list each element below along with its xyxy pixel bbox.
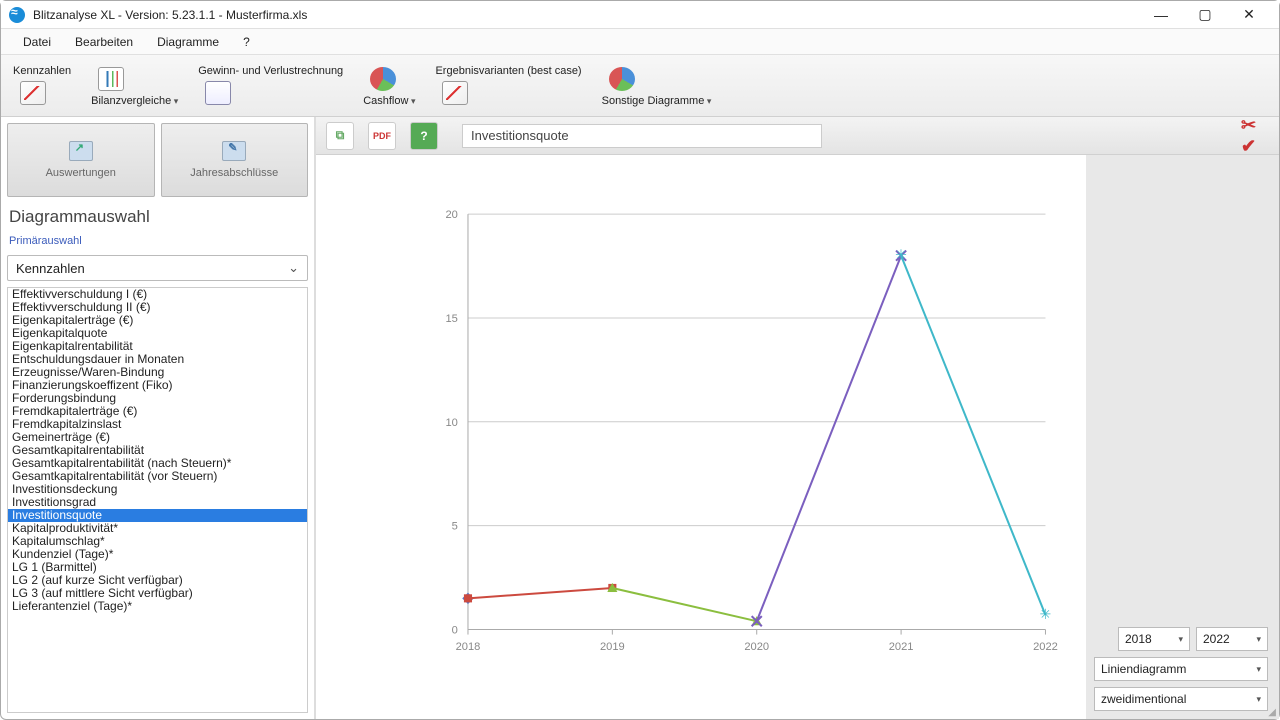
- close-button[interactable]: ✕: [1227, 1, 1271, 29]
- menu-charts[interactable]: Diagramme: [145, 31, 231, 53]
- left-pane: Auswertungen Jahresabschlüsse Diagrammau…: [1, 117, 315, 719]
- ribbon-kennzahlen-label: Kennzahlen: [13, 65, 71, 77]
- projection-value: zweidimentional: [1101, 692, 1186, 706]
- list-item[interactable]: Lieferantenziel (Tage)*: [8, 600, 307, 613]
- window-title: Blitzanalyse XL - Version: 5.23.1.1 - Mu…: [33, 8, 1139, 22]
- donut-chart-icon: [609, 67, 635, 91]
- auswertungen-button[interactable]: Auswertungen: [7, 123, 155, 197]
- menu-help[interactable]: ?: [231, 31, 262, 53]
- svg-text:2018: 2018: [456, 641, 481, 653]
- jahresabschluesse-label: Jahresabschlüsse: [190, 167, 278, 179]
- minimize-button[interactable]: —: [1139, 1, 1183, 29]
- ribbon-cashflow-icon[interactable]: [363, 65, 403, 93]
- svg-text:10: 10: [445, 417, 457, 429]
- ribbon-bilanz-icon[interactable]: [91, 65, 131, 93]
- app-logo-icon: [9, 7, 25, 23]
- resize-grip-icon[interactable]: ◢: [1268, 707, 1276, 718]
- svg-text:5: 5: [452, 521, 458, 533]
- auswertungen-label: Auswertungen: [46, 167, 116, 179]
- menu-edit[interactable]: Bearbeiten: [63, 31, 145, 53]
- ribbon-sonstige-label[interactable]: Sonstige Diagramme: [602, 95, 712, 107]
- document-icon: [222, 141, 246, 161]
- chart-pane: ⧉ PDF ? Investitionsquote ✂︎✔︎ 051015202…: [315, 117, 1279, 719]
- chart-title-input[interactable]: Investitionsquote: [462, 124, 822, 148]
- svg-text:2021: 2021: [889, 641, 914, 653]
- menu-file[interactable]: Datei: [11, 31, 63, 53]
- ribbon-ergebnis-label: Ergebnisvarianten (best case): [435, 65, 581, 77]
- line-chart-icon: [20, 81, 46, 105]
- chart-canvas: 0 5 10 15 20 2018 2019 2020 2021 2022 ✳ ✳: [316, 155, 1086, 719]
- diagram-selection-title: Diagrammauswahl: [7, 203, 308, 227]
- svg-text:✳: ✳: [895, 248, 907, 264]
- chart-controls: 2018 2022 Liniendiagramm zweidimentional: [1086, 155, 1276, 719]
- primary-selection-select[interactable]: Kennzahlen: [7, 255, 308, 281]
- ribbon-toolbar: Kennzahlen Bilanzvergleiche Gewinn- und …: [1, 55, 1279, 117]
- chart-type-value: Liniendiagramm: [1101, 662, 1186, 676]
- maximize-button[interactable]: ▢: [1183, 1, 1227, 29]
- year-from-select[interactable]: 2018: [1118, 627, 1190, 651]
- scatter-icon: [205, 81, 231, 105]
- metric-listbox[interactable]: Effektivverschuldung I (€)Effektivversch…: [7, 287, 308, 713]
- pie-chart-icon: [370, 67, 396, 91]
- year-from-value: 2018: [1125, 632, 1152, 646]
- primary-selection-value: Kennzahlen: [16, 261, 85, 276]
- jahresabschluesse-button[interactable]: Jahresabschlüsse: [161, 123, 309, 197]
- chart-help-button[interactable]: ?: [410, 122, 438, 150]
- bar-chart-icon: [98, 67, 124, 91]
- svg-text:2019: 2019: [600, 641, 625, 653]
- ribbon-kennzahlen-button[interactable]: [13, 79, 53, 107]
- svg-text:✳: ✳: [1040, 607, 1052, 623]
- svg-text:20: 20: [445, 209, 457, 221]
- chart-type-select[interactable]: Liniendiagramm: [1094, 657, 1268, 681]
- chart-toolbar: ⧉ PDF ? Investitionsquote ✂︎✔︎: [316, 117, 1279, 155]
- ribbon-sonstige-icon[interactable]: [602, 65, 642, 93]
- svg-text:0: 0: [452, 625, 458, 637]
- svg-text:2022: 2022: [1033, 641, 1058, 653]
- report-icon: [69, 141, 93, 161]
- year-to-select[interactable]: 2022: [1196, 627, 1268, 651]
- ribbon-cashflow-label[interactable]: Cashflow: [363, 95, 415, 107]
- ribbon-guv-button[interactable]: [198, 79, 238, 107]
- copy-chart-button[interactable]: ⧉: [326, 122, 354, 150]
- ribbon-guv-label: Gewinn- und Verlustrechnung: [198, 65, 343, 77]
- svg-text:15: 15: [445, 313, 457, 325]
- app-window: Blitzanalyse XL - Version: 5.23.1.1 - Mu…: [0, 0, 1280, 720]
- primary-selection-label: Primärauswahl: [7, 233, 308, 249]
- delete-chart-button[interactable]: ✂︎✔︎: [1241, 122, 1269, 150]
- export-pdf-button[interactable]: PDF: [368, 122, 396, 150]
- svg-text:2020: 2020: [744, 641, 769, 653]
- body: Auswertungen Jahresabschlüsse Diagrammau…: [1, 117, 1279, 719]
- titlebar: Blitzanalyse XL - Version: 5.23.1.1 - Mu…: [1, 1, 1279, 29]
- menu-bar: Datei Bearbeiten Diagramme ?: [1, 29, 1279, 55]
- area-chart-icon: [442, 81, 468, 105]
- chart-area: 0 5 10 15 20 2018 2019 2020 2021 2022 ✳ ✳ 2018 2022…: [316, 155, 1279, 719]
- projection-select[interactable]: zweidimentional: [1094, 687, 1268, 711]
- year-to-value: 2022: [1203, 632, 1230, 646]
- chart-title-text: Investitionsquote: [471, 128, 569, 143]
- ribbon-ergebnis-button[interactable]: [435, 79, 475, 107]
- ribbon-bilanz-label[interactable]: Bilanzvergleiche: [91, 95, 178, 107]
